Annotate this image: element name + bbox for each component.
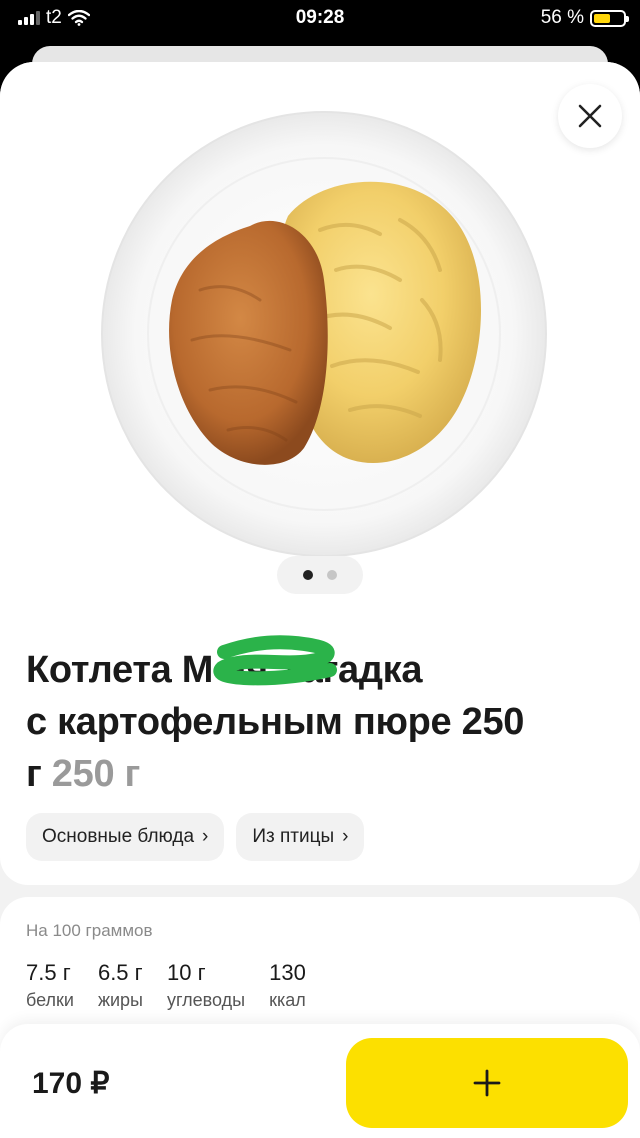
- battery-level: [594, 13, 610, 23]
- category-chips: Основные блюда › Из птицы ›: [26, 813, 365, 861]
- nutrition-value: 6.5 г: [97, 960, 143, 985]
- nutrition-protein: 7.5 г белки: [26, 959, 74, 1013]
- carousel-dot-1[interactable]: [303, 570, 313, 580]
- product-weight: 250 г: [51, 753, 141, 795]
- nutrition-value: 10 г: [167, 960, 206, 985]
- nutrition-label: ккал: [269, 990, 306, 1010]
- redaction-scribble: [213, 635, 337, 686]
- chevron-right-icon: ›: [202, 826, 209, 847]
- nutrition-label: белки: [26, 990, 74, 1010]
- category-chip-main-dishes[interactable]: Основные блюда ›: [26, 813, 225, 861]
- chevron-right-icon: ›: [342, 826, 349, 847]
- category-chip-label: Из птицы: [252, 826, 335, 847]
- product-card: Котлета М ня Загадка с картофельным пюре…: [0, 62, 640, 1138]
- nutrition-carbs: 10 г углеводы: [167, 959, 245, 1013]
- product-main-section: Котлета М ня Загадка с картофельным пюре…: [0, 62, 640, 885]
- product-image[interactable]: [100, 110, 548, 558]
- status-right: 56 %: [540, 7, 629, 29]
- category-chip-poultry[interactable]: Из птицы ›: [236, 813, 365, 861]
- carousel-indicator[interactable]: [277, 556, 363, 594]
- product-title-line-3: г 250 г: [26, 748, 620, 800]
- plus-icon: [473, 1069, 501, 1097]
- bottom-bar: 170 ₽: [0, 1024, 640, 1138]
- carousel-dot-2[interactable]: [327, 570, 337, 580]
- battery-icon: [590, 9, 629, 27]
- category-chip-label: Основные блюда: [42, 826, 195, 847]
- close-button[interactable]: [558, 84, 622, 148]
- product-price: 170 ₽: [32, 1067, 110, 1100]
- product-title-line-2: с картофельным пюре 250: [26, 701, 525, 743]
- status-bar: t2 09:28 56 %: [0, 0, 640, 36]
- add-to-cart-button[interactable]: [346, 1038, 628, 1128]
- nutrition-values: 7.5 г белки 6.5 г жиры 10 г углеводы 130…: [26, 959, 306, 1013]
- nutrition-kcal: 130 ккал: [269, 959, 306, 1013]
- nutrition-label: углеводы: [167, 990, 246, 1010]
- product-title-line-3-text: г: [26, 753, 42, 795]
- nutrition-fat: 6.5 г жиры: [98, 959, 143, 1013]
- nutrition-value: 7.5 г: [26, 960, 71, 985]
- close-icon: [578, 104, 602, 128]
- nutrition-header: На 100 граммов: [26, 921, 153, 940]
- battery-percentage: 56 %: [540, 7, 584, 28]
- nutrition-value: 130: [269, 960, 306, 985]
- nutrition-label: жиры: [97, 990, 143, 1010]
